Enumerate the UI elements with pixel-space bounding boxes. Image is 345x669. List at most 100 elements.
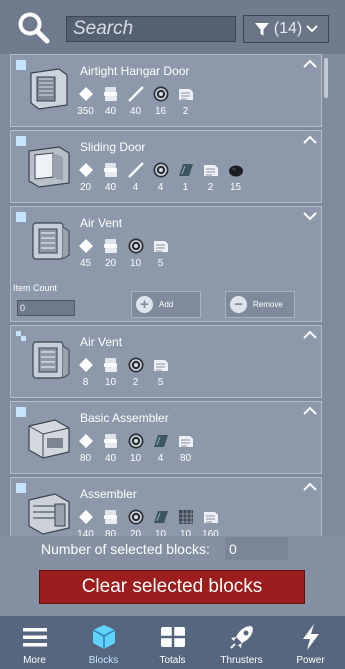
gravel-icon [228,165,243,177]
nav-item-more[interactable]: More [0,616,69,669]
resource-list: 350 40 40 16 2 [73,85,198,117]
resource-item: 40 [98,161,123,193]
lightning-icon [302,624,319,650]
nav-item-thrusters[interactable]: Thrusters [207,616,276,669]
resource-item: 20 [73,161,98,193]
chevron-up-icon[interactable] [303,59,317,69]
resource-item: 2 [198,161,223,193]
filter-button[interactable]: (14) [243,15,329,43]
block-card[interactable]: Air Vent 45 20 10 5 Item Count 0 + Add − Remove [10,206,322,322]
resource-item: 140 [73,508,98,536]
resource-amount: 10 [129,453,142,464]
resource-amount: 40 [104,453,117,464]
resource-item: 40 [123,85,148,117]
resource-item: 80 [73,432,98,464]
resource-amount: 20 [129,529,142,536]
computer-icon [203,512,218,523]
resource-amount: 10 [129,258,142,269]
selected-blocks-count: 0 [225,537,288,560]
chevron-down-icon[interactable] [303,211,317,221]
resource-item: 1 [173,161,198,193]
computer-icon [153,360,168,371]
block-card[interactable]: Air Vent 8 10 2 5 [10,325,322,398]
resource-amount: 20 [79,182,92,193]
nav-label: Totals [159,655,186,666]
resource-amount: 40 [104,182,117,193]
block-list[interactable]: Airtight Hangar Door 350 40 40 16 2 Sliding Do… [10,54,322,536]
nav-item-totals[interactable]: Totals [138,616,207,669]
motor-icon [128,238,143,254]
resource-item: 40 [98,432,123,464]
resource-amount: 45 [79,258,92,269]
resource-amount: 2 [132,377,139,388]
nav-label: More [23,655,46,666]
block-thumbnail [28,493,70,535]
chevron-up-icon[interactable] [303,330,317,340]
glass-icon [153,511,168,523]
rocket-icon [229,626,253,649]
list-scrollbar[interactable] [324,58,328,98]
motor-icon [128,433,143,449]
resource-amount: 8 [82,377,89,388]
add-button[interactable]: + Add [131,291,201,318]
resource-amount: 16 [154,106,167,117]
chevron-down-icon [306,24,318,32]
resource-item: 5 [148,237,173,269]
resource-list: 80 40 10 4 80 [73,432,198,464]
item-count-input[interactable]: 0 [17,300,75,316]
resource-item: 10 [123,432,148,464]
resource-item: 15 [223,161,248,193]
glass-icon [153,435,168,447]
plate-icon [78,163,93,177]
motor-icon [153,86,168,102]
resource-amount: 350 [77,106,94,117]
resource-amount: 2 [207,182,214,193]
item-count-panel: Item Count 0 + Add − Remove [11,279,321,321]
resource-item: 10 [123,237,148,269]
resource-amount: 80 [104,529,117,536]
resource-item: 16 [148,85,173,117]
resource-amount: 15 [229,182,242,193]
computer-icon [203,165,218,176]
resource-amount: 10 [104,377,117,388]
search-input[interactable] [67,17,235,41]
block-card[interactable]: Sliding Door 20 40 4 4 1 2 15 [10,130,322,203]
block-thumbnail [32,222,70,260]
menu-icon [22,628,47,647]
component-icon [103,87,117,101]
chevron-up-icon[interactable] [303,406,317,416]
nav-item-power[interactable]: Power [276,616,345,669]
chevron-up-icon[interactable] [303,482,317,492]
glass-icon [178,164,193,176]
resource-amount: 4 [132,182,139,193]
clear-selected-button[interactable]: Clear selected blocks [39,570,305,604]
resource-amount: 80 [79,453,92,464]
nav-item-blocks[interactable]: Blocks [69,616,138,669]
search-icon[interactable] [16,10,50,44]
add-button-label: Add [159,300,174,309]
remove-button-label: Remove [253,300,283,309]
component-icon [103,163,117,177]
resource-amount: 2 [182,106,189,117]
block-thumbnail [32,341,70,379]
resource-amount: 5 [157,377,164,388]
resource-item: 350 [73,85,98,117]
selected-blocks-label: Number of selected blocks: [41,541,210,557]
search-field[interactable] [66,16,236,42]
resource-item: 45 [73,237,98,269]
resource-list: 20 40 4 4 1 2 15 [73,161,248,193]
block-card[interactable]: Assembler 140 80 20 10 10 160 [10,477,322,536]
block-card[interactable]: Basic Assembler 80 40 10 4 80 [10,401,322,474]
block-name: Basic Assembler [80,411,169,425]
component-icon [103,434,117,448]
block-card[interactable]: Airtight Hangar Door 350 40 40 16 2 [10,54,322,127]
remove-button[interactable]: − Remove [225,291,295,318]
nav-label: Blocks [88,655,119,666]
computer-icon [153,241,168,252]
chevron-up-icon[interactable] [303,135,317,145]
resource-list: 8 10 2 5 [73,356,173,388]
component-icon [103,358,117,372]
block-name: Assembler [80,487,137,501]
pipe-icon [127,86,144,102]
resource-list: 45 20 10 5 [73,237,173,269]
